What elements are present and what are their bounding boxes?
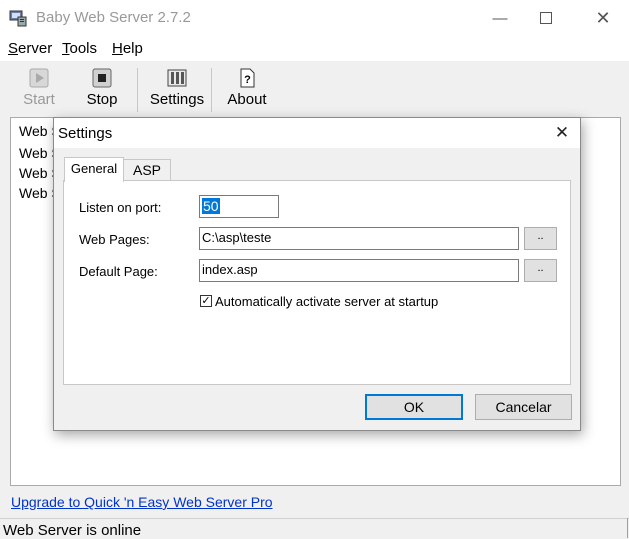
autostart-checkbox[interactable]: ✓	[200, 295, 212, 307]
maximize-icon[interactable]	[523, 0, 569, 36]
status-text: Web Server is online	[3, 522, 142, 539]
general-tab-panel: Listen on port: 50 Web Pages: C:\asp\tes…	[63, 180, 571, 385]
settings-tools-icon	[167, 69, 187, 87]
settings-label: Settings	[149, 91, 205, 108]
dialog-close-icon[interactable]: ✕	[544, 118, 580, 148]
default-page-input[interactable]: index.asp	[199, 259, 519, 282]
stop-button[interactable]: Stop	[83, 66, 121, 112]
default-page-label: Default Page:	[79, 264, 158, 279]
about-button[interactable]: ? About	[224, 66, 270, 112]
status-bar: Web Server is online	[0, 518, 629, 539]
tab-asp[interactable]: ASP	[123, 159, 171, 181]
help-document-icon: ?	[240, 68, 255, 88]
ok-button[interactable]: OK	[365, 394, 463, 420]
web-pages-label: Web Pages:	[79, 232, 150, 247]
menu-bar: Server Tools Help	[0, 36, 629, 61]
close-icon[interactable]: ✕	[580, 0, 626, 36]
default-page-browse-button[interactable]: ..	[524, 259, 557, 282]
start-label: Start	[23, 91, 55, 108]
start-button[interactable]: Start	[19, 66, 59, 112]
cancel-button[interactable]: Cancelar	[475, 394, 572, 420]
dialog-title-bar: Settings ✕	[54, 118, 580, 148]
web-pages-value: C:\asp\teste	[202, 230, 272, 245]
listen-port-value: 50	[202, 198, 220, 214]
server-app-icon	[9, 10, 27, 27]
web-pages-input[interactable]: C:\asp\teste	[199, 227, 519, 250]
menu-tools[interactable]: Tools	[62, 40, 97, 57]
toolbar-separator	[211, 68, 212, 112]
default-page-value: index.asp	[202, 262, 258, 277]
listen-port-label: Listen on port:	[79, 200, 162, 215]
status-separator	[627, 518, 628, 538]
web-pages-browse-button[interactable]: ..	[524, 227, 557, 250]
settings-button[interactable]: Settings	[148, 66, 206, 112]
stop-icon	[92, 68, 112, 88]
about-label: About	[227, 91, 267, 108]
toolbar-separator	[137, 68, 138, 112]
svg-text:?: ?	[244, 74, 251, 86]
window-title: Baby Web Server 2.7.2	[36, 9, 191, 26]
menu-help[interactable]: Help	[112, 40, 143, 57]
title-bar: Baby Web Server 2.7.2 — ✕	[0, 0, 629, 36]
stop-label: Stop	[86, 91, 118, 108]
menu-server[interactable]: Server	[8, 40, 52, 57]
play-icon	[29, 68, 49, 88]
dialog-title: Settings	[58, 125, 113, 142]
tab-general[interactable]: General	[64, 157, 124, 182]
listen-port-input[interactable]: 50	[199, 195, 279, 218]
minimize-icon[interactable]: —	[477, 0, 523, 36]
upgrade-link[interactable]: Upgrade to Quick 'n Easy Web Server Pro	[11, 494, 273, 510]
autostart-label[interactable]: Automatically activate server at startup	[215, 294, 438, 309]
settings-dialog: Settings ✕ General ASP Listen on port: 5…	[53, 117, 581, 431]
